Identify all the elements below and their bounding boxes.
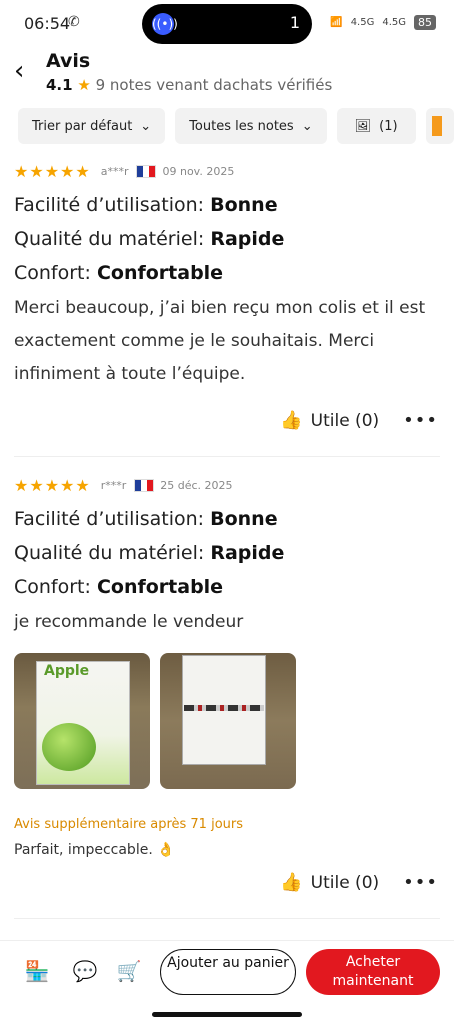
attr-label: Qualité du matériel: [14,228,211,250]
photo-brand-text: Apple [44,663,90,679]
buy-now-button[interactable]: Acheter maintenant [306,949,440,995]
review-photos: Apple [14,653,440,789]
rating-value: 4.1 [46,76,73,94]
notes-dropdown[interactable]: Toutes les notes ⌄ [175,108,327,144]
review-text: Merci beaucoup, j’ai bien reçu mon colis… [14,298,426,384]
review-actions: 👍 Utile (0) ••• [280,872,438,893]
attr-label: Facilité d’utilisation: [14,194,211,216]
useful-button[interactable]: Utile (0) [311,411,380,431]
cart-icon[interactable]: 🛒 [116,959,142,985]
star-rating: ★★★★★ [14,475,91,495]
reviewer-name: a***r [100,164,129,178]
page-header: ‹ Avis 4.1 ★ 9 notes venant dachats véri… [0,46,454,100]
review-photo[interactable] [160,653,296,789]
review-item: ★★★★★ r***r 25 déc. 2025 Facilité d’util… [14,474,440,893]
island-count: 1 [289,13,300,32]
whatsapp-icon: ✆ [68,14,80,30]
add-to-cart-button[interactable]: Ajouter au panier [160,949,296,995]
extra-review-text: Parfait, impeccable. 👌 [14,842,175,858]
wifi-icon: 📶 [330,17,343,28]
attr-comfort: Confort: Confortable [14,262,440,284]
star-icon: ★ [77,76,91,94]
attr-value: Confortable [96,576,224,598]
attr-value: Confortable [96,262,224,284]
filter-chip-partial[interactable] [425,108,454,144]
attr-label: Confort: [14,262,97,284]
star-rating: ★★★★★ [14,161,91,181]
chevron-down-icon: ⌄ [140,118,152,134]
photos-filter[interactable]: 🖼 (1) [336,108,416,144]
useful-button[interactable]: Utile (0) [311,873,380,893]
thumbs-up-icon[interactable]: 👍 [280,410,302,431]
more-options-icon[interactable]: ••• [403,872,438,893]
home-indicator[interactable] [152,1012,302,1017]
bottom-action-bar: 🏪 💬 🛒 Ajouter au panier Acheter maintena… [0,940,454,1004]
divider [14,918,440,919]
attr-quality: Qualité du matériel: Rapide [14,542,440,564]
store-icon[interactable]: 🏪 [24,959,50,985]
review-meta: ★★★★★ a***r 09 nov. 2025 [14,160,440,182]
attr-quality: Qualité du matériel: Rapide [14,228,440,250]
dynamic-island[interactable]: ((•)) 1 [142,4,312,44]
france-flag-icon [134,478,155,492]
broadcast-icon: ((•)) [152,13,178,35]
back-arrow-icon[interactable]: ‹ [14,56,24,86]
attr-value: Rapide [210,228,285,250]
label-strip [184,705,264,711]
chevron-down-icon: ⌄ [301,118,313,134]
attr-value: Bonne [210,194,278,216]
apple-image [42,723,96,771]
reviewer-name: r***r [100,478,127,492]
battery-icon: 85 [414,15,436,30]
attr-comfort: Confort: Confortable [14,576,440,598]
filter-bar: Trier par défaut ⌄ Toutes les notes ⌄ 🖼 … [18,108,454,144]
orange-tile-icon [431,116,442,136]
network-1: 4.5G [350,17,375,28]
network-2: 4.5G [382,17,406,28]
review-photo[interactable]: Apple [14,653,150,789]
status-time: 06:54 [24,14,71,33]
review-actions: 👍 Utile (0) ••• [280,410,438,431]
sort-dropdown[interactable]: Trier par défaut ⌄ [18,108,166,144]
extra-review-label: Avis supplémentaire après 71 jours [14,817,244,832]
review-item: ★★★★★ a***r 09 nov. 2025 Facilité d’util… [14,160,440,432]
image-icon: 🖼 [354,118,372,134]
divider [14,456,440,457]
review-date: 09 nov. 2025 [162,164,235,178]
notes-label: Toutes les notes [189,118,294,134]
chat-icon[interactable]: 💬 [72,959,98,985]
sort-label: Trier par défaut [32,118,133,134]
review-date: 25 déc. 2025 [160,478,233,492]
review-meta: ★★★★★ r***r 25 déc. 2025 [14,474,440,496]
page-title: Avis [46,50,91,72]
attr-ease: Facilité d’utilisation: Bonne [14,194,440,216]
france-flag-icon [136,164,157,178]
rating-summary: 4.1 ★ 9 notes venant dachats vérifiés [46,76,332,94]
attr-label: Qualité du matériel: [14,542,211,564]
attr-ease: Facilité d’utilisation: Bonne [14,508,440,530]
photos-count: (1) [379,118,398,134]
rating-text: 9 notes venant dachats vérifiés [95,76,333,94]
attr-value: Rapide [210,542,285,564]
thumbs-up-icon[interactable]: 👍 [280,872,302,893]
review-text: je recommande le vendeur [14,612,244,632]
status-bar: 06:54 ✆ ((•)) 1 📶 4.5G 4.5G 85 [0,0,454,48]
attr-label: Confort: [14,576,97,598]
attr-value: Bonne [210,508,278,530]
status-indicators: 📶 4.5G 4.5G 85 [330,15,436,30]
more-options-icon[interactable]: ••• [403,410,438,431]
attr-label: Facilité d’utilisation: [14,508,211,530]
